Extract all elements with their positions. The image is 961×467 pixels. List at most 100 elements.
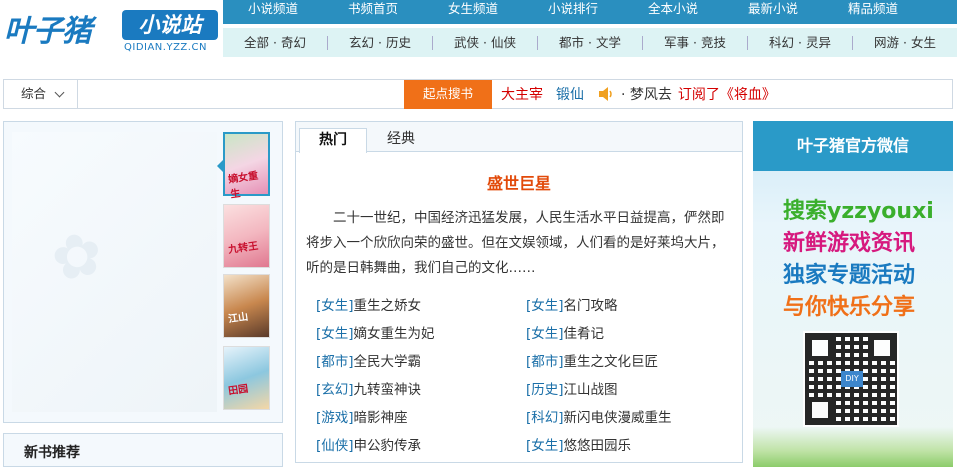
category-nav: 全部 · 奇幻 玄幻 · 历史 武侠 · 仙侠 都市 · 文学 军事 · 竞技 …	[223, 28, 957, 57]
active-pointer-icon	[217, 160, 223, 172]
search-type-select[interactable]: 综合	[4, 80, 78, 108]
promo-line-1: 搜索yzzyouxi	[783, 199, 934, 224]
chevron-down-icon	[54, 87, 65, 98]
book-link[interactable]: [历史]江山战图	[526, 378, 736, 398]
search-input[interactable]	[79, 80, 407, 108]
book-row: [女生]嫡女重生为妃 [女生]佳肴记	[316, 318, 736, 346]
cover-thumb-1[interactable]: 嫡女重生	[217, 132, 270, 201]
cover-thumb-4[interactable]: 田园	[223, 346, 270, 410]
wechat-title: 叶子猪官方微信	[753, 121, 953, 171]
book-link[interactable]: [女生]悠悠田园乐	[526, 434, 736, 454]
book-genre-tag[interactable]: [女生]	[526, 298, 564, 314]
book-title[interactable]: 重生之文化巨匠	[564, 354, 659, 370]
book-title[interactable]: 全民大学霸	[354, 354, 422, 370]
book-genre-tag[interactable]: [女生]	[526, 326, 564, 342]
book-genre-tag[interactable]: [女生]	[526, 438, 564, 454]
nav-item-book-home[interactable]: 书频首页	[323, 0, 423, 24]
qr-corner	[807, 335, 833, 361]
nav-item-featured[interactable]: 精品频道	[823, 0, 923, 24]
book-title[interactable]: 名门攻略	[564, 298, 618, 314]
search-type-label: 综合	[21, 86, 47, 101]
category-urban-literature[interactable]: 都市 · 文学	[538, 35, 643, 50]
promo-line-4: 与你快乐分享	[783, 295, 916, 320]
cover-thumb-title: 田园	[227, 383, 249, 398]
wechat-promo-panel[interactable]: 叶子猪官方微信 搜索yzzyouxi 新鲜游戏资讯 独家专题活动 与你快乐分享 …	[753, 121, 953, 467]
featured-cover-panel: ✿ 嫡女重生 九转王 江山 田园	[3, 121, 283, 423]
search-button[interactable]: 起点搜书	[404, 80, 492, 109]
book-genre-tag[interactable]: [都市]	[526, 354, 564, 370]
logo-domain: QIDIAN.YZZ.CN	[124, 42, 207, 53]
feature-book-title[interactable]: 盛世巨星	[296, 170, 742, 194]
broadcast-user: · 梦风去	[621, 87, 672, 103]
nav-item-novel[interactable]: 小说频道	[223, 0, 323, 24]
book-link[interactable]: [科幻]新闪电侠漫威重生	[526, 406, 736, 426]
category-scifi-supernatural[interactable]: 科幻 · 灵异	[748, 35, 853, 50]
book-title[interactable]: 嫡女重生为妃	[354, 326, 435, 342]
recommend-tabs: 热门 经典	[296, 122, 742, 153]
promo-line-3: 独家专题活动	[783, 263, 916, 288]
book-row: [都市]全民大学霸 [都市]重生之文化巨匠	[316, 346, 736, 374]
category-game-female[interactable]: 网游 · 女生	[853, 35, 957, 50]
category-xuanhuan-history[interactable]: 玄幻 · 历史	[328, 35, 433, 50]
book-genre-tag[interactable]: [历史]	[526, 382, 564, 398]
cover-thumb-title: 江山	[227, 311, 249, 326]
speaker-icon	[599, 87, 612, 101]
cover-thumb-title: 九转王	[227, 240, 259, 257]
tab-classic[interactable]: 经典	[367, 128, 435, 152]
hot-keywords: 大主宰 锻仙 · 梦风去 订阅了《将血》	[501, 80, 776, 108]
book-link[interactable]: [都市]全民大学霸	[316, 350, 526, 370]
new-books-section: 新书推荐	[3, 433, 283, 467]
cover-watermark: ✿	[45, 217, 110, 297]
book-genre-tag[interactable]: [科幻]	[526, 410, 564, 426]
hot-keyword-2[interactable]: 锻仙	[556, 84, 584, 104]
nav-item-latest[interactable]: 最新小说	[723, 0, 823, 24]
qr-corner	[869, 335, 895, 361]
nav-item-rank[interactable]: 小说排行	[523, 0, 623, 24]
main-cover-image[interactable]: ✿	[12, 132, 217, 412]
book-list: [女生]重生之娇女 [女生]名门攻略 [女生]嫡女重生为妃 [女生]佳肴记 [都…	[316, 290, 736, 458]
book-link[interactable]: [女生]名门攻略	[526, 294, 736, 314]
nav-item-complete[interactable]: 全本小说	[623, 0, 723, 24]
nav-item-female[interactable]: 女生频道	[423, 0, 523, 24]
book-genre-tag[interactable]: [玄幻]	[316, 382, 354, 398]
category-military-sports[interactable]: 军事 · 竞技	[643, 35, 748, 50]
book-title[interactable]: 暗影神座	[354, 410, 408, 426]
grass-decoration	[753, 427, 953, 467]
book-genre-tag[interactable]: [都市]	[316, 354, 354, 370]
qr-code-icon: DIY	[803, 331, 899, 427]
cover-thumb-3[interactable]: 江山	[223, 274, 270, 338]
cover-thumb-2[interactable]: 九转王	[223, 204, 270, 268]
category-all-fantasy[interactable]: 全部 · 奇幻	[223, 35, 328, 50]
book-genre-tag[interactable]: [女生]	[316, 326, 354, 342]
book-genre-tag[interactable]: [女生]	[316, 298, 354, 314]
qr-corner	[807, 397, 833, 423]
book-genre-tag[interactable]: [游戏]	[316, 410, 354, 426]
book-link[interactable]: [游戏]暗影神座	[316, 406, 526, 426]
qr-center-logo: DIY	[841, 371, 863, 387]
tab-hot[interactable]: 热门	[299, 128, 367, 153]
hot-keyword-1[interactable]: 大主宰	[501, 84, 543, 104]
book-link[interactable]: [女生]佳肴记	[526, 322, 736, 342]
book-title[interactable]: 新闪电侠漫威重生	[564, 410, 672, 426]
cover-thumb-title: 嫡女重生	[227, 170, 259, 201]
book-row: [游戏]暗影神座 [科幻]新闪电侠漫威重生	[316, 402, 736, 430]
book-title[interactable]: 申公豹传承	[354, 438, 422, 454]
feature-book-description: 二十一世纪，中国经济迅猛发展，人民生活水平日益提高，俨然即将步入一个欣欣向荣的盛…	[306, 210, 725, 276]
book-link[interactable]: [玄幻]九转蛮神诀	[316, 378, 526, 398]
book-title[interactable]: 九转蛮神诀	[354, 382, 422, 398]
book-link[interactable]: [仙侠]申公豹传承	[316, 434, 526, 454]
book-link[interactable]: [女生]重生之娇女	[316, 294, 526, 314]
site-header: 叶子猪 小说站 QIDIAN.YZZ.CN 小说频道 书频首页 女生频道 小说排…	[0, 0, 961, 62]
logo-brand: 叶子猪	[4, 14, 92, 49]
category-wuxia-xianxia[interactable]: 武侠 · 仙侠	[433, 35, 538, 50]
book-title[interactable]: 江山战图	[564, 382, 618, 398]
book-genre-tag[interactable]: [仙侠]	[316, 438, 354, 454]
book-title[interactable]: 悠悠田园乐	[564, 438, 632, 454]
book-link[interactable]: [女生]嫡女重生为妃	[316, 322, 526, 342]
broadcast-action[interactable]: 订阅了《将血》	[678, 84, 776, 104]
book-title[interactable]: 佳肴记	[564, 326, 605, 342]
site-logo[interactable]: 叶子猪 小说站 QIDIAN.YZZ.CN	[4, 4, 218, 56]
book-title[interactable]: 重生之娇女	[354, 298, 422, 314]
promo-line-2: 新鲜游戏资讯	[783, 231, 916, 256]
book-link[interactable]: [都市]重生之文化巨匠	[526, 350, 736, 370]
